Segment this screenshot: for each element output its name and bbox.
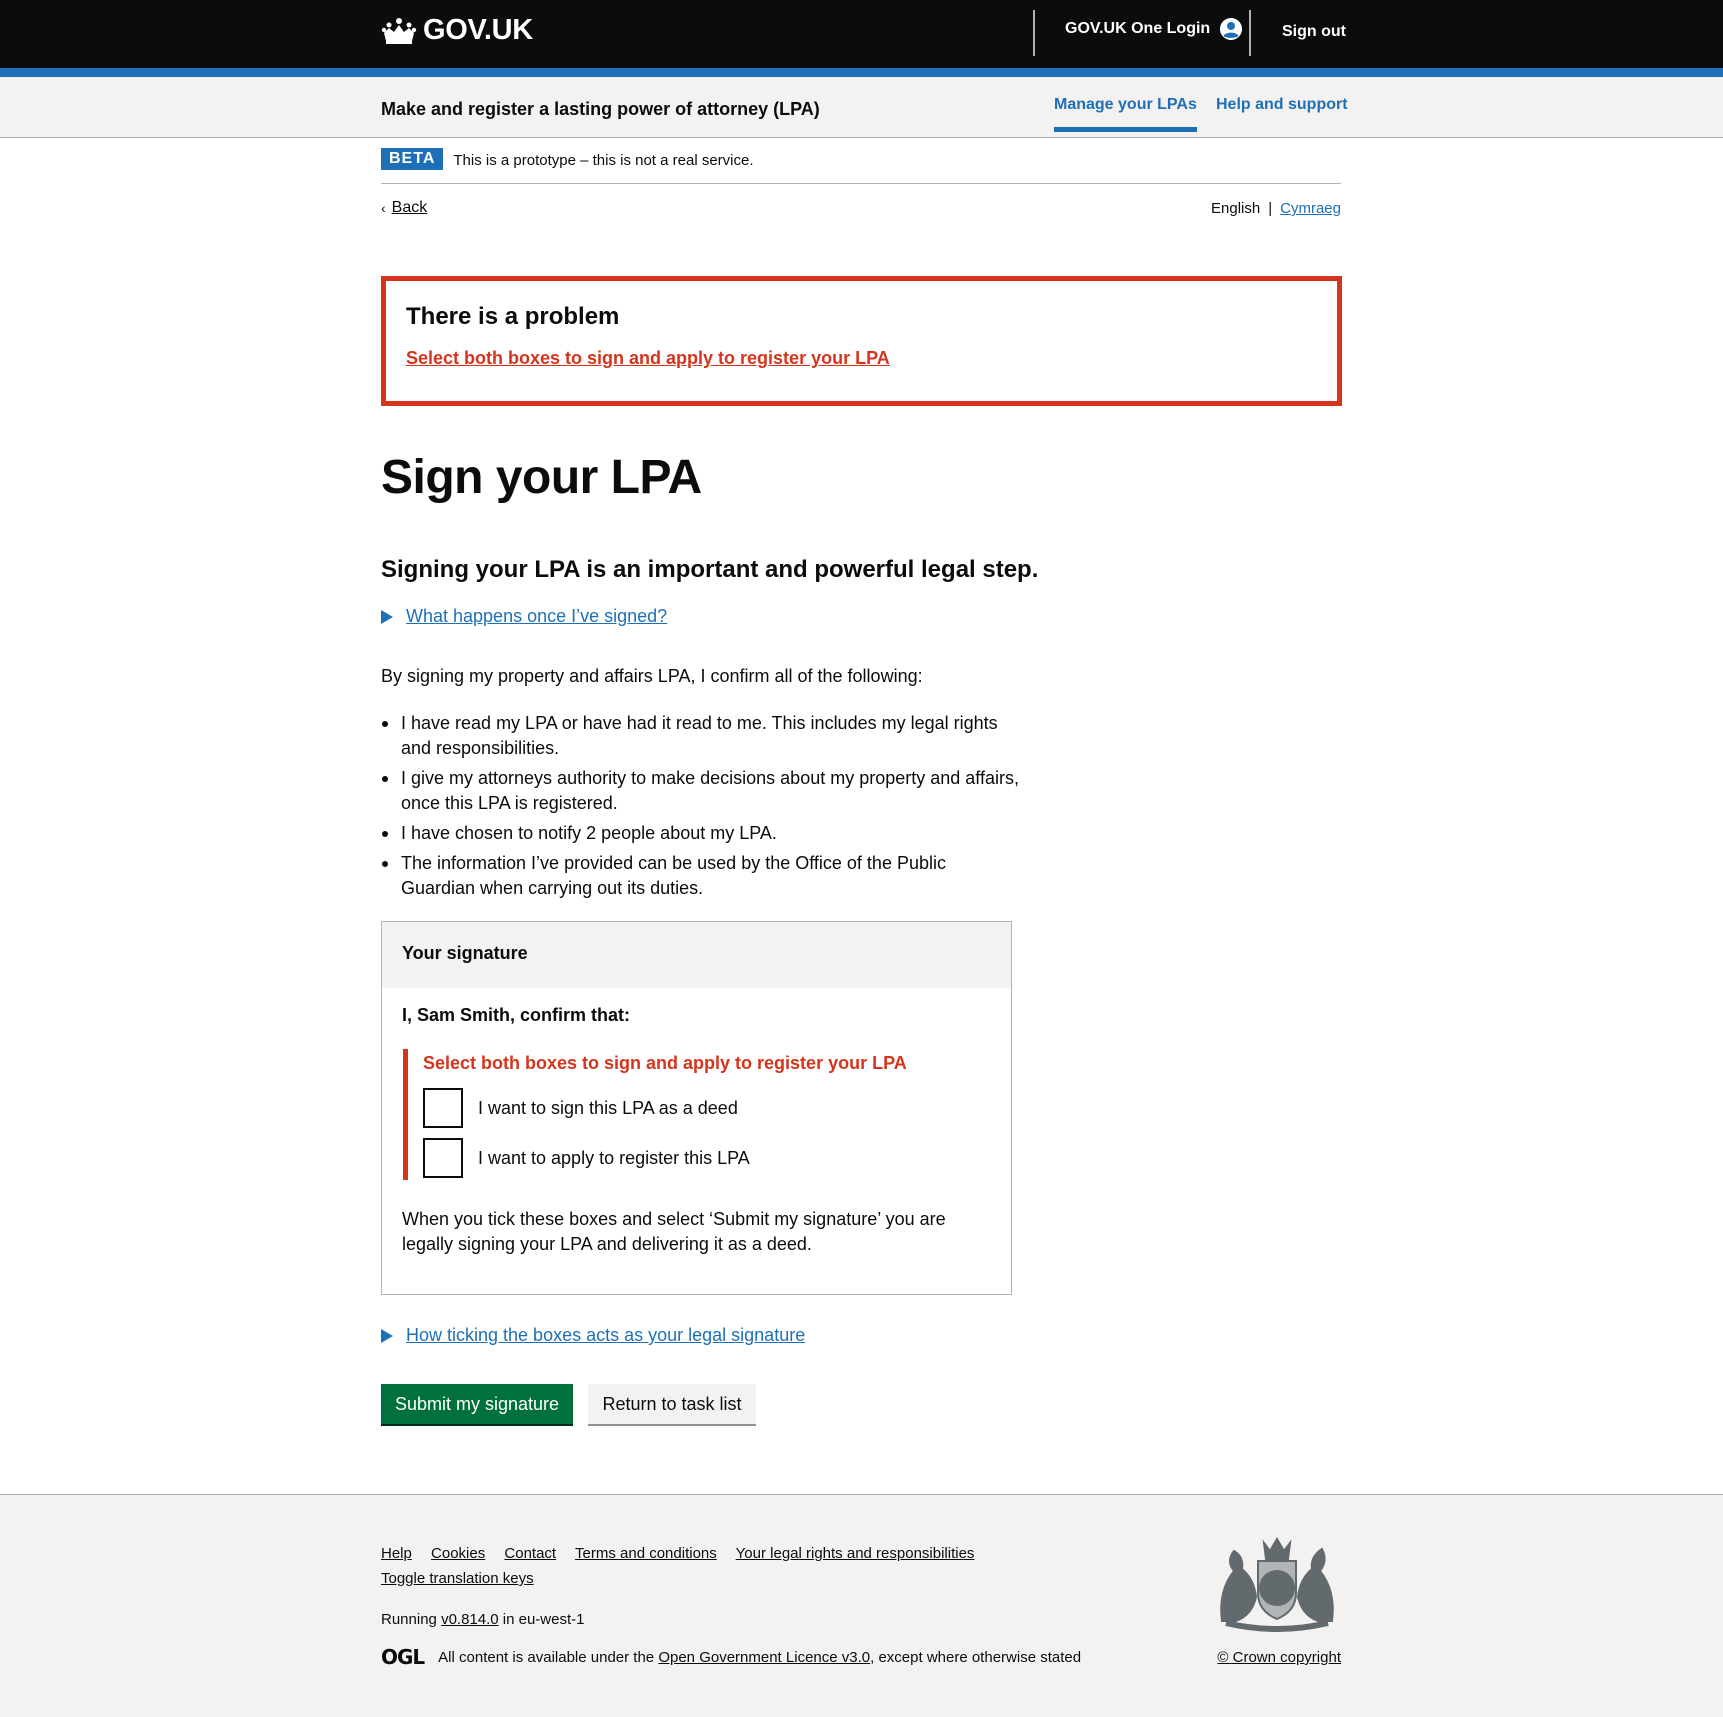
govuk-logo-text: GOV.UK — [423, 14, 533, 46]
running-prefix: Running — [381, 1611, 437, 1628]
signature-heading: Your signature — [382, 922, 1011, 988]
user-icon — [1220, 18, 1243, 40]
intro-text: By signing my property and affairs LPA, … — [381, 666, 923, 686]
running-suffix: in eu-west-1 — [502, 1611, 585, 1628]
signature-confirm-text: I, Sam Smith, confirm that: — [402, 1005, 631, 1025]
checkbox-apply-register-input[interactable] — [423, 1138, 463, 1178]
crown-copyright-link[interactable]: © Crown copyright — [1217, 1649, 1341, 1666]
checkbox-sign-deed-label: I want to sign this LPA as a deed — [478, 1097, 738, 1118]
checkbox-error-message: Select both boxes to sign and apply to r… — [423, 1053, 907, 1073]
footer-link-contact[interactable]: Contact — [504, 1545, 556, 1562]
list-item: I give my attorneys authority to make de… — [381, 766, 1021, 816]
details-legal-signature[interactable]: How ticking the boxes acts as your legal… — [381, 1325, 805, 1346]
checkbox-sign-deed-input[interactable] — [423, 1088, 463, 1128]
footer-running: Running v0.814.0 in eu-west-1 — [381, 1611, 584, 1628]
footer-link-terms[interactable]: Terms and conditions — [575, 1545, 717, 1562]
licence-link[interactable]: Open Government Licence v3.0 — [658, 1649, 870, 1666]
error-summary-link[interactable]: Select both boxes to sign and apply to r… — [406, 348, 890, 368]
licence-suffix: , except where otherwise stated — [870, 1648, 1082, 1666]
details-what-happens[interactable]: What happens once I’ve signed? — [381, 606, 667, 627]
signature-note: When you tick these boxes and select ‘Su… — [402, 1209, 946, 1254]
return-task-list-button[interactable]: Return to task list — [588, 1384, 756, 1424]
language-separator: | — [1268, 200, 1273, 217]
details-what-happens-summary[interactable]: What happens once I’ve signed? — [406, 606, 667, 627]
language-welsh-link[interactable]: Cymraeg — [1280, 200, 1341, 217]
footer-links: Help Cookies Contact Terms and condition… — [381, 1541, 1021, 1591]
error-summary: There is a problem Select both boxes to … — [381, 276, 1342, 406]
page-title: Sign your LPA — [381, 451, 702, 504]
checkbox-apply-register[interactable]: I want to apply to register this LPA — [423, 1138, 750, 1178]
error-summary-title: There is a problem — [406, 303, 620, 330]
checkbox-sign-deed[interactable]: I want to sign this LPA as a deed — [423, 1088, 738, 1128]
confirmation-list: I have read my LPA or have had it read t… — [381, 711, 1021, 906]
caret-right-icon — [381, 609, 393, 624]
nav-help-support[interactable]: Help and support — [1216, 96, 1348, 114]
ogl-logo-icon: OGL — [381, 1645, 425, 1669]
footer-link-cookies[interactable]: Cookies — [431, 1545, 485, 1562]
service-name: Make and register a lasting power of att… — [381, 99, 820, 119]
checkbox-apply-register-label: I want to apply to register this LPA — [478, 1147, 750, 1168]
submit-signature-button[interactable]: Submit my signature — [381, 1384, 573, 1424]
licence-prefix: All content is available under the — [438, 1648, 655, 1666]
royal-coat-of-arms-icon — [1220, 1537, 1334, 1632]
footer-link-legal-rights[interactable]: Your legal rights and responsibilities — [736, 1545, 975, 1562]
language-toggle: English | Cymraeg — [1211, 200, 1341, 217]
nav-manage-lpas[interactable]: Manage your LPAs — [1054, 96, 1197, 132]
footer-link-toggle-translation[interactable]: Toggle translation keys — [381, 1570, 534, 1587]
beta-tag: BETA — [381, 148, 444, 170]
govuk-logo-link[interactable]: GOV.UK — [381, 14, 533, 47]
language-english: English — [1211, 200, 1261, 217]
checkbox-error-group: Select both boxes to sign and apply to r… — [403, 1049, 963, 1180]
one-login-link[interactable]: GOV.UK One Login — [1065, 18, 1243, 40]
govuk-header: GOV.UK GOV.UK One Login Sign out — [0, 0, 1723, 77]
footer-licence: OGL All content is available under the O… — [381, 1645, 1081, 1669]
list-item: I have read my LPA or have had it read t… — [381, 711, 1021, 761]
signature-panel: Your signature I, Sam Smith, confirm tha… — [381, 921, 1012, 1295]
version-link[interactable]: v0.814.0 — [441, 1611, 499, 1628]
one-login-label: GOV.UK One Login — [1065, 20, 1211, 37]
footer-link-help[interactable]: Help — [381, 1545, 412, 1562]
back-link-container: ‹ Back — [381, 199, 427, 217]
list-item: I have chosen to notify 2 people about m… — [381, 821, 1021, 846]
crown-icon — [381, 17, 417, 44]
lead-text: Signing your LPA is an important and pow… — [381, 556, 1039, 583]
header-divider — [1033, 10, 1035, 56]
sign-out-link[interactable]: Sign out — [1282, 23, 1346, 41]
details-legal-signature-summary[interactable]: How ticking the boxes acts as your legal… — [406, 1325, 805, 1346]
phase-banner: BETA This is a prototype – this is not a… — [381, 148, 1341, 184]
phase-banner-message: This is a prototype – this is not a real… — [453, 152, 754, 169]
list-item: The information I’ve provided can be use… — [381, 851, 1021, 901]
header-divider — [1249, 10, 1251, 56]
service-navigation: Make and register a lasting power of att… — [0, 77, 1723, 138]
footer: Help Cookies Contact Terms and condition… — [0, 1494, 1723, 1717]
chevron-left-icon: ‹ — [381, 200, 386, 216]
caret-right-icon — [381, 1328, 393, 1343]
back-link[interactable]: Back — [392, 199, 428, 217]
